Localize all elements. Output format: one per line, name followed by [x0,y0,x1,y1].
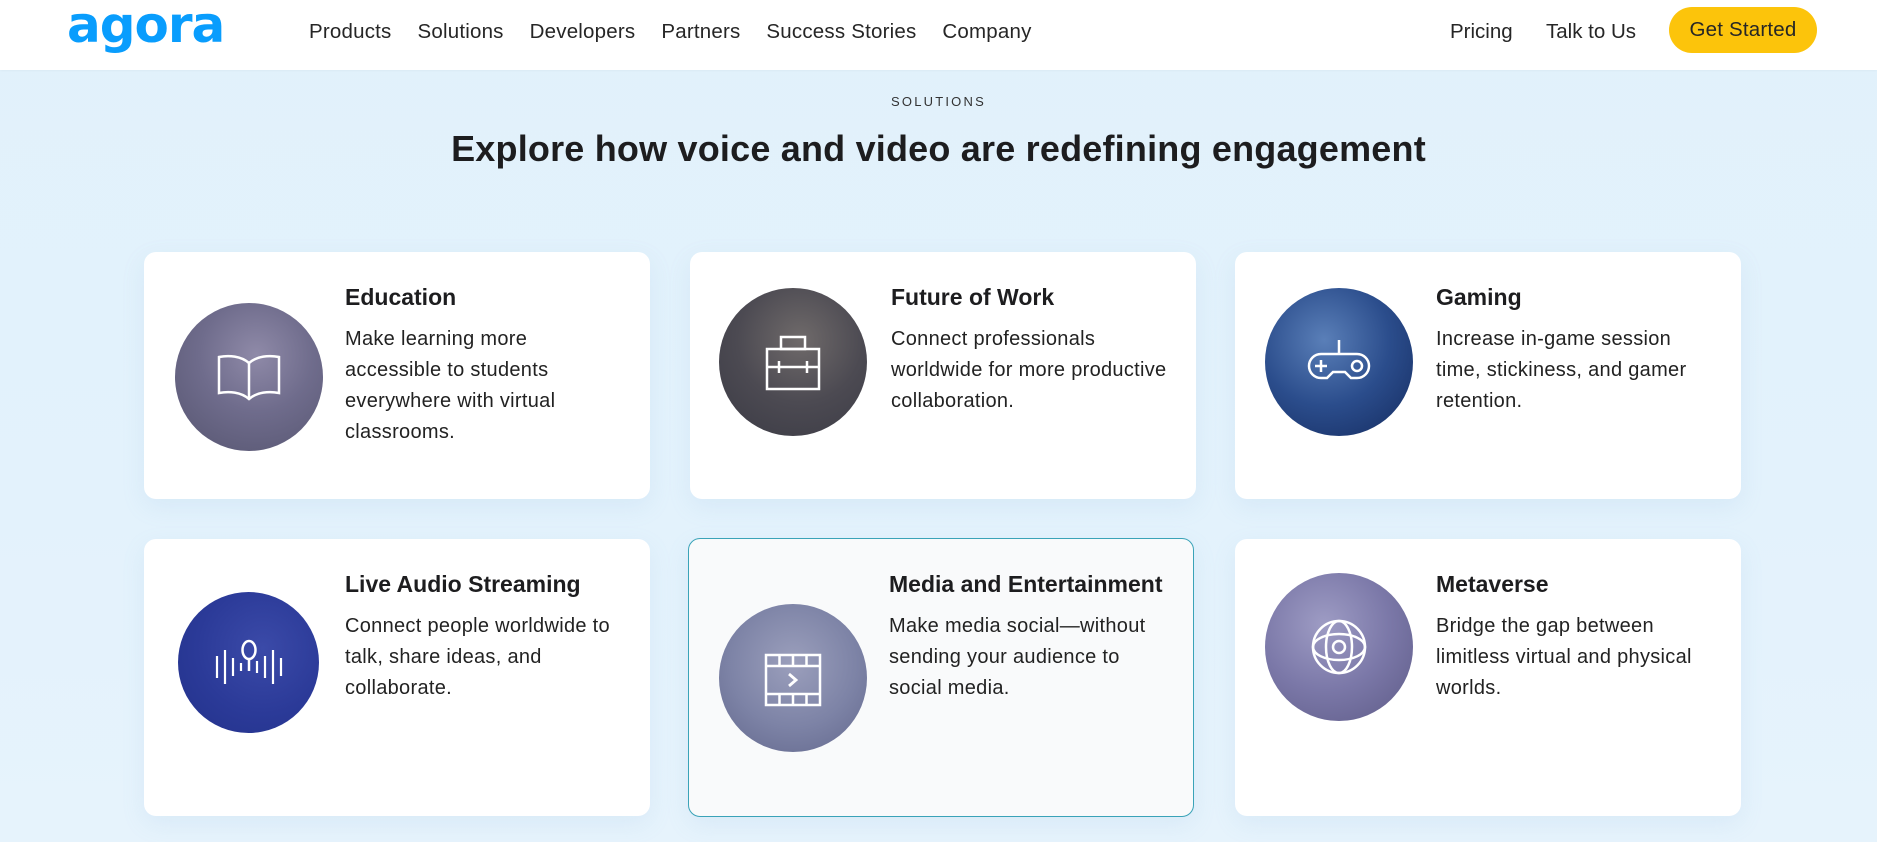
microphone-waveform-icon [215,639,282,684]
metaverse-image [1265,573,1413,721]
card-title: Live Audio Streaming [345,571,581,597]
card-description: Connect professionals worldwide for more… [891,328,1167,412]
site-header: agora Products Solutions Developers Part… [0,0,1877,70]
nav-solutions[interactable]: Solutions [418,20,504,44]
book-icon [217,354,281,401]
nav-talk-to-us[interactable]: Talk to Us [1546,20,1636,44]
nav-partners[interactable]: Partners [661,20,740,44]
card-text: Live Audio Streaming Connect people worl… [345,570,625,704]
headline-regular: Explore how voice and video are [451,128,1026,169]
briefcase-icon [765,335,821,391]
gamepad-icon [1307,340,1371,380]
card-title: Media and Entertainment [889,571,1163,597]
solution-card-metaverse[interactable]: Metaverse Bridge the gap between limitle… [1235,539,1741,816]
headline-bold: redefining engagement [1025,128,1426,169]
solution-card-media-and-entertainment[interactable]: Media and Entertainment Make media socia… [688,538,1194,817]
section-eyebrow: SOLUTIONS [891,94,986,109]
media-image [719,604,867,752]
card-text: Metaverse Bridge the gap between limitle… [1436,570,1716,704]
nav-company[interactable]: Company [942,20,1031,44]
card-text: Media and Entertainment Make media socia… [889,570,1169,704]
card-title: Education [345,284,457,310]
section-headline: Explore how voice and video are redefini… [0,128,1877,170]
solution-card-live-audio-streaming[interactable]: Live Audio Streaming Connect people worl… [144,539,650,816]
card-title: Future of Work [891,284,1055,310]
live-audio-image [178,592,319,733]
solution-card-future-of-work[interactable]: Future of Work Connect professionals wor… [690,252,1196,499]
nav-developers[interactable]: Developers [530,20,636,44]
future-of-work-image [719,288,867,436]
orbit-globe-icon [1311,619,1367,675]
gaming-image [1265,288,1413,436]
card-text: Gaming Increase in-game session time, st… [1436,283,1716,417]
card-description: Increase in-game session time, stickines… [1436,328,1687,412]
film-play-icon [764,653,822,707]
solution-card-gaming[interactable]: Gaming Increase in-game session time, st… [1235,252,1741,499]
card-title: Gaming [1436,284,1522,310]
nav-products[interactable]: Products [309,20,392,44]
card-text: Education Make learning more accessible … [345,283,625,448]
card-title: Metaverse [1436,571,1549,597]
education-image [175,303,323,451]
card-description: Bridge the gap between limitless virtual… [1436,615,1692,699]
card-description: Connect people worldwide to talk, share … [345,615,610,699]
nav-success-stories[interactable]: Success Stories [766,20,916,44]
nav-pricing[interactable]: Pricing [1450,20,1513,44]
solution-card-education[interactable]: Education Make learning more accessible … [144,252,650,499]
agora-logo[interactable]: agora [67,0,225,50]
main-nav: Products Solutions Developers Partners S… [309,20,1058,44]
card-text: Future of Work Connect professionals wor… [891,283,1171,417]
card-description: Make learning more accessible to student… [345,328,556,443]
card-description: Make media social—without sending your a… [889,615,1146,699]
get-started-button[interactable]: Get Started [1669,7,1817,53]
